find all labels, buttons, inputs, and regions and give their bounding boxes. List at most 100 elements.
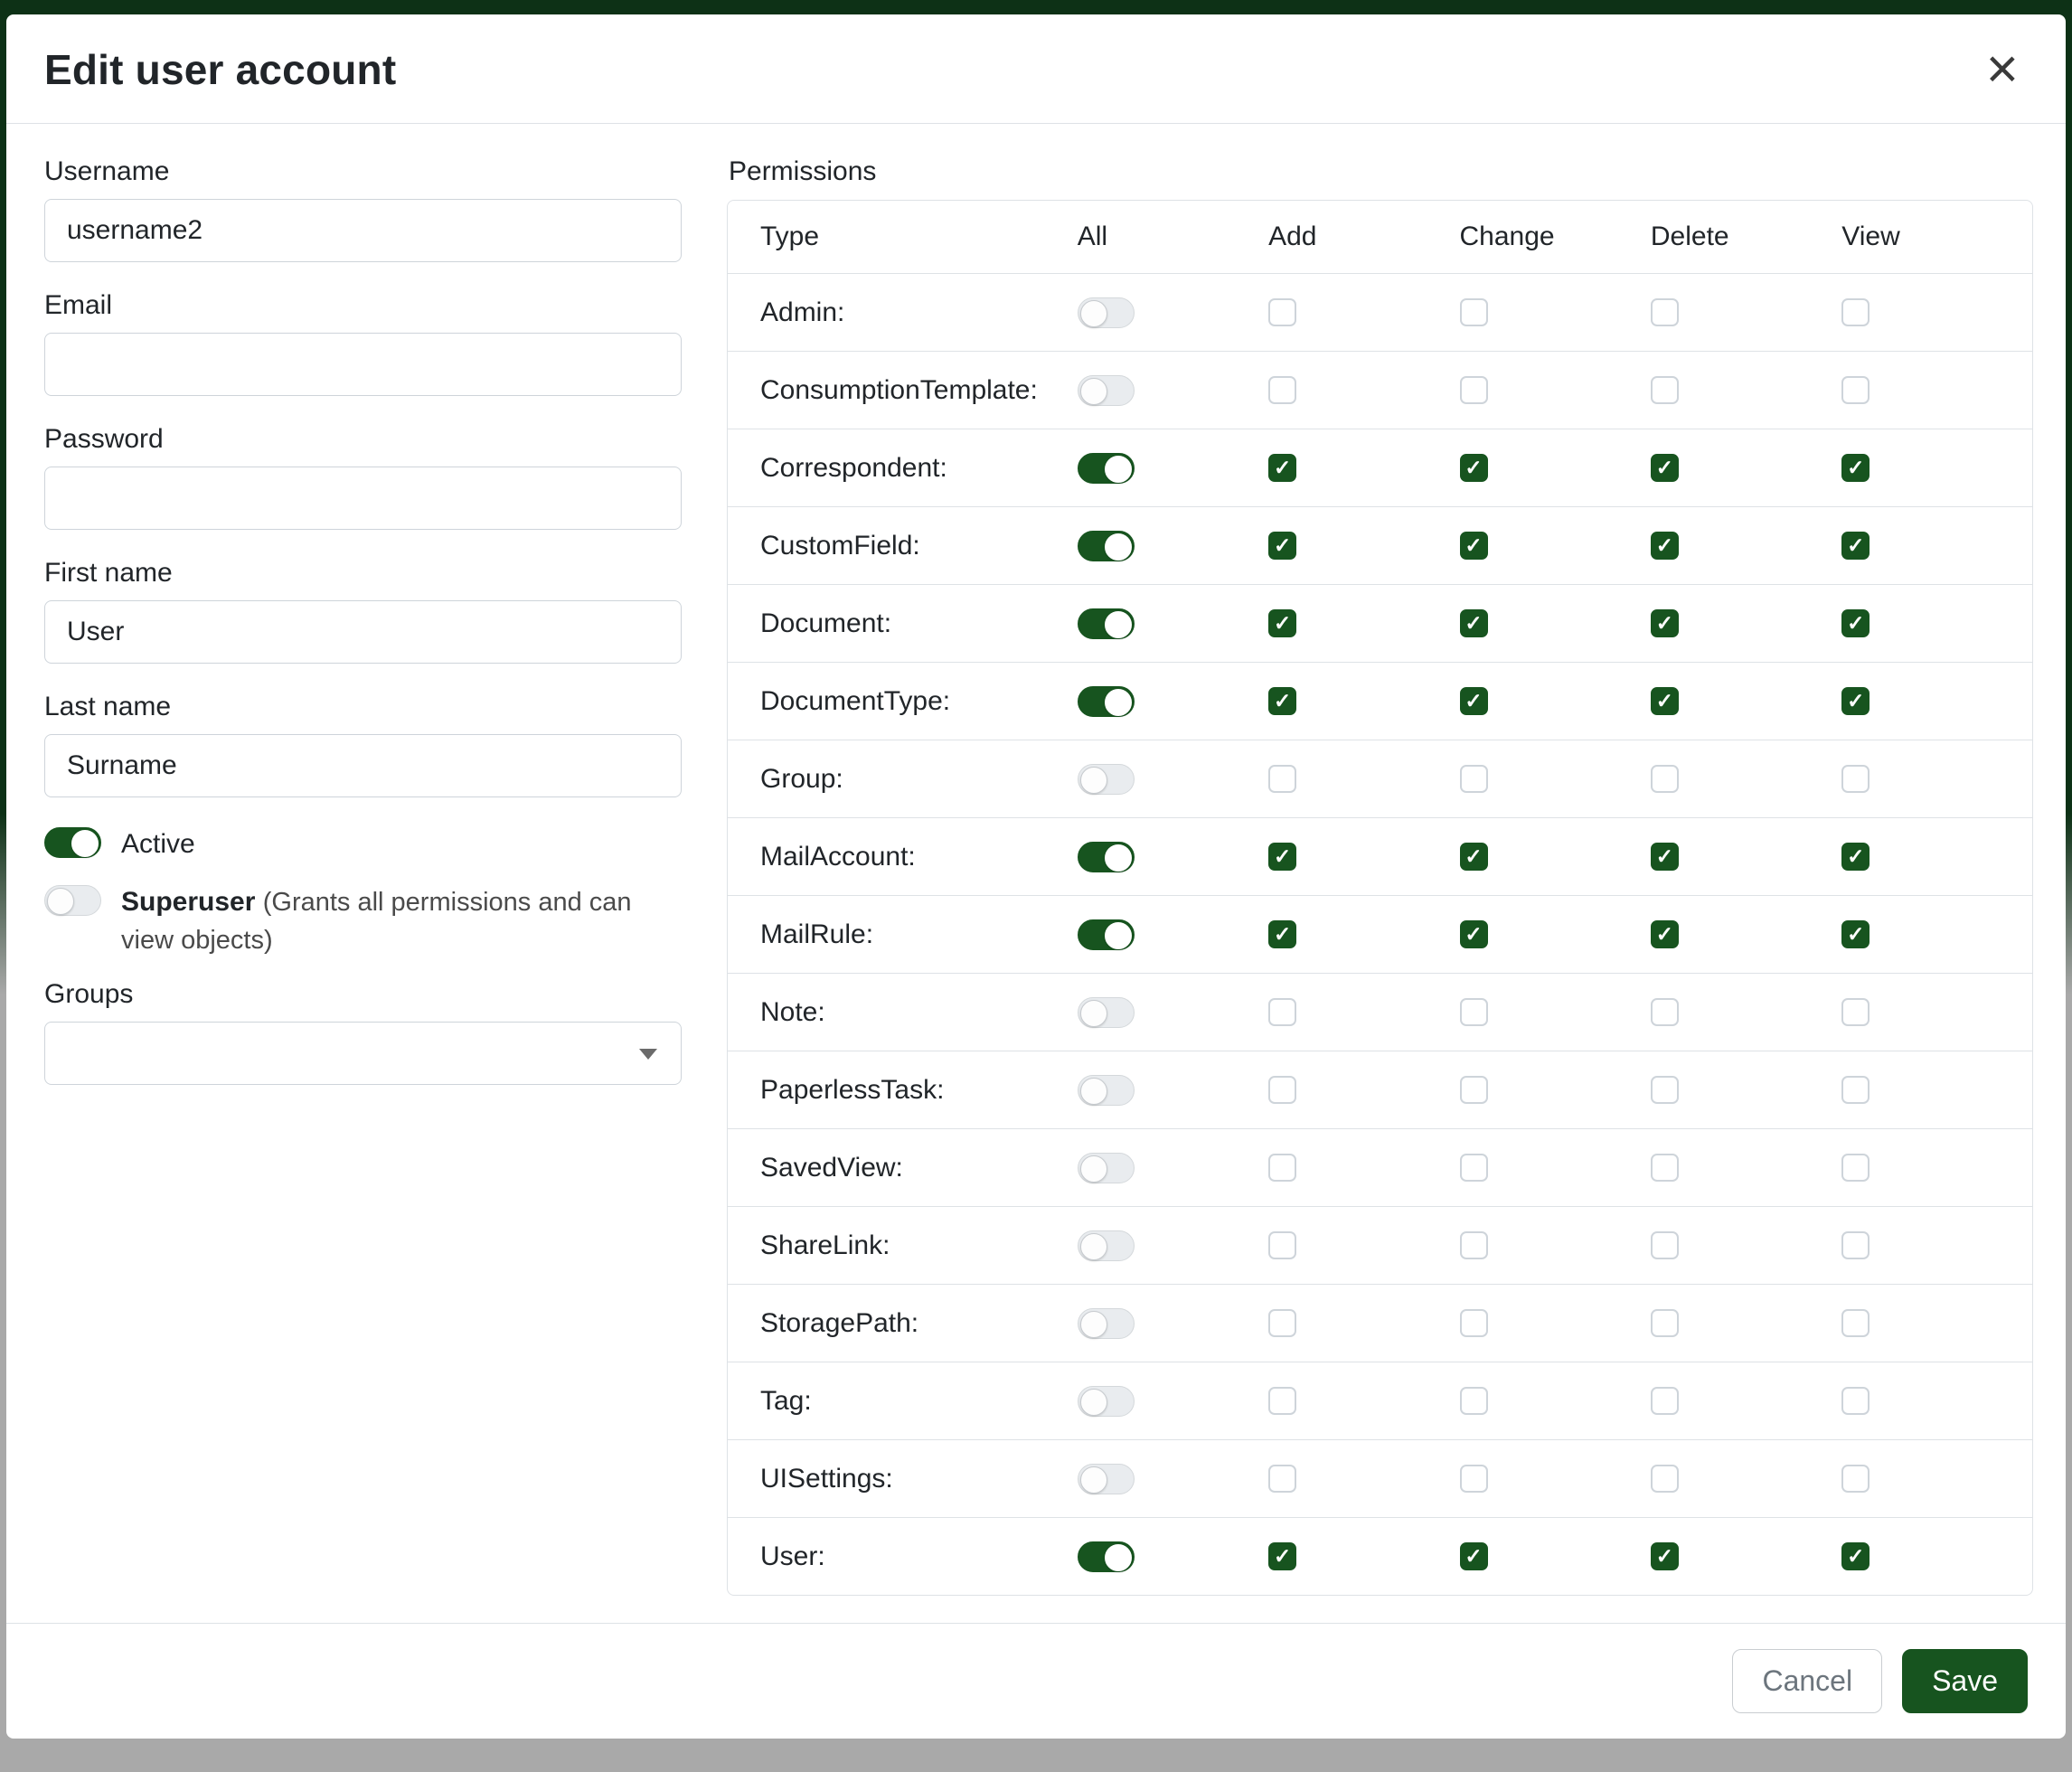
- groups-select[interactable]: [44, 1022, 682, 1085]
- perm-change-checkbox[interactable]: [1460, 1387, 1488, 1415]
- perm-change-checkbox[interactable]: [1460, 1076, 1488, 1104]
- perm-add-checkbox[interactable]: [1268, 1309, 1296, 1337]
- perm-change-checkbox[interactable]: [1460, 1231, 1488, 1259]
- perm-delete-checkbox[interactable]: [1651, 532, 1679, 560]
- perm-view-checkbox[interactable]: [1841, 1465, 1870, 1493]
- perm-all-toggle[interactable]: [1078, 1230, 1135, 1261]
- perm-change-checkbox[interactable]: [1460, 920, 1488, 948]
- perm-all-toggle[interactable]: [1078, 1541, 1135, 1572]
- perm-change-checkbox[interactable]: [1460, 609, 1488, 637]
- perm-all-toggle[interactable]: [1078, 608, 1135, 639]
- perm-view-checkbox[interactable]: [1841, 920, 1870, 948]
- perm-change-cell: [1460, 920, 1651, 948]
- perm-delete-checkbox[interactable]: [1651, 1542, 1679, 1570]
- perm-delete-checkbox[interactable]: [1651, 765, 1679, 793]
- perm-change-checkbox[interactable]: [1460, 1542, 1488, 1570]
- close-icon[interactable]: ×: [1977, 42, 2028, 98]
- perm-add-checkbox[interactable]: [1268, 376, 1296, 404]
- perm-all-toggle[interactable]: [1078, 297, 1135, 328]
- perm-delete-checkbox[interactable]: [1651, 1231, 1679, 1259]
- last-name-field[interactable]: [44, 734, 682, 797]
- perm-delete-checkbox[interactable]: [1651, 1076, 1679, 1104]
- perm-delete-checkbox[interactable]: [1651, 1387, 1679, 1415]
- perm-view-checkbox[interactable]: [1841, 1154, 1870, 1182]
- perm-view-checkbox[interactable]: [1841, 454, 1870, 482]
- perm-view-checkbox[interactable]: [1841, 998, 1870, 1026]
- perm-all-toggle[interactable]: [1078, 531, 1135, 561]
- perm-view-checkbox[interactable]: [1841, 765, 1870, 793]
- perm-change-checkbox[interactable]: [1460, 1154, 1488, 1182]
- perm-delete-checkbox[interactable]: [1651, 376, 1679, 404]
- perm-all-toggle[interactable]: [1078, 1308, 1135, 1339]
- perm-change-checkbox[interactable]: [1460, 454, 1488, 482]
- perm-view-checkbox[interactable]: [1841, 376, 1870, 404]
- perm-delete-checkbox[interactable]: [1651, 843, 1679, 871]
- perm-change-checkbox[interactable]: [1460, 998, 1488, 1026]
- perm-change-checkbox[interactable]: [1460, 687, 1488, 715]
- save-button[interactable]: Save: [1902, 1649, 2028, 1713]
- perm-view-checkbox[interactable]: [1841, 298, 1870, 326]
- perm-add-checkbox[interactable]: [1268, 765, 1296, 793]
- perm-all-toggle[interactable]: [1078, 997, 1135, 1028]
- perm-delete-checkbox[interactable]: [1651, 1309, 1679, 1337]
- superuser-toggle[interactable]: [44, 885, 101, 916]
- perm-delete-checkbox[interactable]: [1651, 454, 1679, 482]
- perm-add-checkbox[interactable]: [1268, 843, 1296, 871]
- perm-all-toggle[interactable]: [1078, 1386, 1135, 1417]
- perm-delete-checkbox[interactable]: [1651, 609, 1679, 637]
- perm-add-checkbox[interactable]: [1268, 1465, 1296, 1493]
- perm-delete-checkbox[interactable]: [1651, 920, 1679, 948]
- perm-add-checkbox[interactable]: [1268, 998, 1296, 1026]
- perm-view-checkbox[interactable]: [1841, 609, 1870, 637]
- perm-view-checkbox[interactable]: [1841, 1076, 1870, 1104]
- perm-all-toggle[interactable]: [1078, 375, 1135, 406]
- username-input[interactable]: [44, 199, 682, 262]
- perm-change-checkbox[interactable]: [1460, 843, 1488, 871]
- perm-change-checkbox[interactable]: [1460, 765, 1488, 793]
- perm-change-checkbox[interactable]: [1460, 376, 1488, 404]
- perm-view-checkbox[interactable]: [1841, 532, 1870, 560]
- perm-delete-checkbox[interactable]: [1651, 687, 1679, 715]
- perm-view-checkbox[interactable]: [1841, 1231, 1870, 1259]
- perm-add-checkbox[interactable]: [1268, 298, 1296, 326]
- perm-all-toggle[interactable]: [1078, 919, 1135, 950]
- active-toggle[interactable]: [44, 827, 101, 858]
- perm-all-toggle[interactable]: [1078, 686, 1135, 717]
- perm-view-checkbox[interactable]: [1841, 1542, 1870, 1570]
- perm-all-toggle[interactable]: [1078, 842, 1135, 872]
- perm-type-label: Admin:: [760, 297, 844, 328]
- perm-change-checkbox[interactable]: [1460, 1309, 1488, 1337]
- perm-add-checkbox[interactable]: [1268, 532, 1296, 560]
- perm-view-cell: [1841, 1076, 2032, 1104]
- perm-delete-checkbox[interactable]: [1651, 298, 1679, 326]
- perm-all-toggle[interactable]: [1078, 1464, 1135, 1494]
- perm-view-checkbox[interactable]: [1841, 1387, 1870, 1415]
- perm-add-checkbox[interactable]: [1268, 1542, 1296, 1570]
- perm-delete-checkbox[interactable]: [1651, 998, 1679, 1026]
- email-field[interactable]: [44, 333, 682, 396]
- first-name-field[interactable]: [44, 600, 682, 664]
- perm-change-checkbox[interactable]: [1460, 1465, 1488, 1493]
- perm-add-checkbox[interactable]: [1268, 1231, 1296, 1259]
- perm-all-toggle[interactable]: [1078, 1075, 1135, 1106]
- perm-change-checkbox[interactable]: [1460, 298, 1488, 326]
- perm-add-checkbox[interactable]: [1268, 1076, 1296, 1104]
- perm-add-checkbox[interactable]: [1268, 1387, 1296, 1415]
- perm-add-cell: [1268, 1542, 1459, 1570]
- cancel-button[interactable]: Cancel: [1732, 1649, 1882, 1713]
- perm-delete-checkbox[interactable]: [1651, 1154, 1679, 1182]
- perm-change-checkbox[interactable]: [1460, 532, 1488, 560]
- perm-all-toggle[interactable]: [1078, 1153, 1135, 1183]
- perm-view-checkbox[interactable]: [1841, 1309, 1870, 1337]
- perm-delete-checkbox[interactable]: [1651, 1465, 1679, 1493]
- perm-add-checkbox[interactable]: [1268, 687, 1296, 715]
- perm-add-checkbox[interactable]: [1268, 1154, 1296, 1182]
- perm-add-checkbox[interactable]: [1268, 454, 1296, 482]
- perm-add-checkbox[interactable]: [1268, 920, 1296, 948]
- perm-add-checkbox[interactable]: [1268, 609, 1296, 637]
- perm-all-toggle[interactable]: [1078, 453, 1135, 484]
- perm-view-checkbox[interactable]: [1841, 843, 1870, 871]
- perm-view-checkbox[interactable]: [1841, 687, 1870, 715]
- perm-all-toggle[interactable]: [1078, 764, 1135, 795]
- password-field[interactable]: [44, 467, 682, 530]
